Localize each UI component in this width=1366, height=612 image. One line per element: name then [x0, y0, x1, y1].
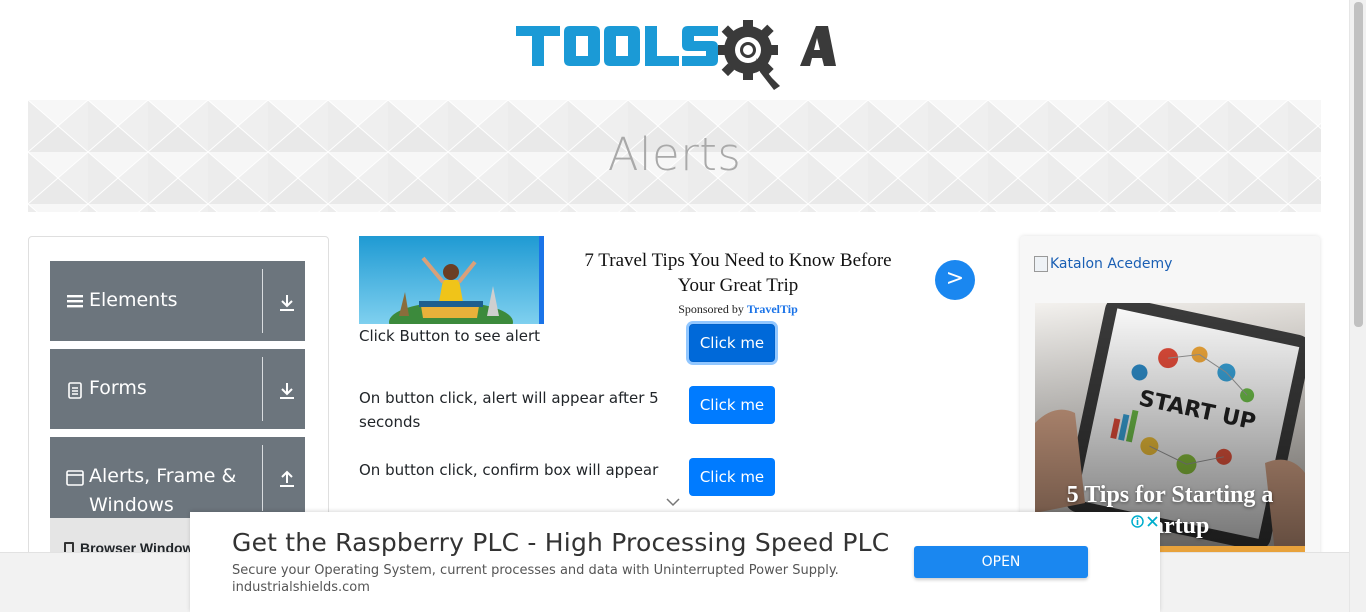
timer-alert-row-text: On button click, alert will appear after… [359, 389, 659, 431]
divider [262, 269, 263, 333]
scrollbar-thumb[interactable] [1354, 2, 1363, 327]
confirm-row-text: On button click, confirm box will appear [359, 461, 659, 479]
timer-alert-button[interactable]: Click me [689, 386, 775, 424]
sidebar-group-label: Elements [89, 289, 178, 311]
chevron-down-icon[interactable] [666, 497, 680, 507]
vertical-scrollbar[interactable] [1349, 0, 1366, 612]
sidebar-group-elements[interactable]: Elements [50, 261, 305, 341]
katalon-ad-link[interactable]: Katalon Acedemy [1034, 256, 1172, 272]
sidebar-group-forms[interactable]: Forms [50, 349, 305, 429]
ad-sponsored-label: Sponsored by [678, 302, 744, 316]
ad-travel-image[interactable] [359, 236, 544, 324]
page-banner: Alerts [28, 100, 1321, 212]
download-icon[interactable] [278, 293, 296, 313]
bottom-ad-url[interactable]: industrialshields.com [232, 580, 370, 595]
bottom-ad-title[interactable]: Get the Raspberry PLC - High Processing … [232, 528, 889, 557]
ad-sponsor-line: Sponsored by TravelTip [568, 302, 908, 317]
menu-icon [67, 295, 83, 308]
sidebar-group-label: Forms [89, 377, 147, 399]
download-icon[interactable] [278, 381, 296, 401]
window-icon [66, 470, 84, 486]
divider [262, 445, 263, 511]
sidebar-group-alerts-frame-windows[interactable]: Alerts, Frame & Windows [50, 437, 305, 519]
sidebar-group-label-line2: Windows [89, 494, 174, 516]
alert-button[interactable]: Click me [689, 324, 775, 362]
katalon-ad-text: Katalon Acedemy [1050, 256, 1173, 272]
bottom-ad-open-button[interactable]: OPEN [914, 546, 1088, 578]
toolsqa-logo[interactable] [514, 14, 840, 94]
divider [262, 357, 263, 421]
page-title: Alerts [607, 128, 742, 181]
confirm-button[interactable]: Click me [689, 458, 775, 496]
sidebar-group-label-line1: Alerts, Frame & [89, 465, 237, 487]
bottom-ad[interactable]: Get the Raspberry PLC - High Processing … [190, 512, 1160, 612]
ad-sponsor-link[interactable]: TravelTip [747, 302, 798, 316]
alert-row-text: Click Button to see alert [359, 327, 541, 345]
document-icon [68, 382, 82, 399]
bottom-ad-description: Secure your Operating System, current pr… [232, 563, 839, 578]
ad-travel-title[interactable]: 7 Travel Tips You Need to Know Before Yo… [568, 248, 908, 298]
ad-next-button[interactable]: > [935, 260, 975, 300]
broken-image-icon [1034, 256, 1048, 272]
adchoices-icon[interactable] [1130, 514, 1160, 529]
upload-icon[interactable] [278, 469, 296, 489]
